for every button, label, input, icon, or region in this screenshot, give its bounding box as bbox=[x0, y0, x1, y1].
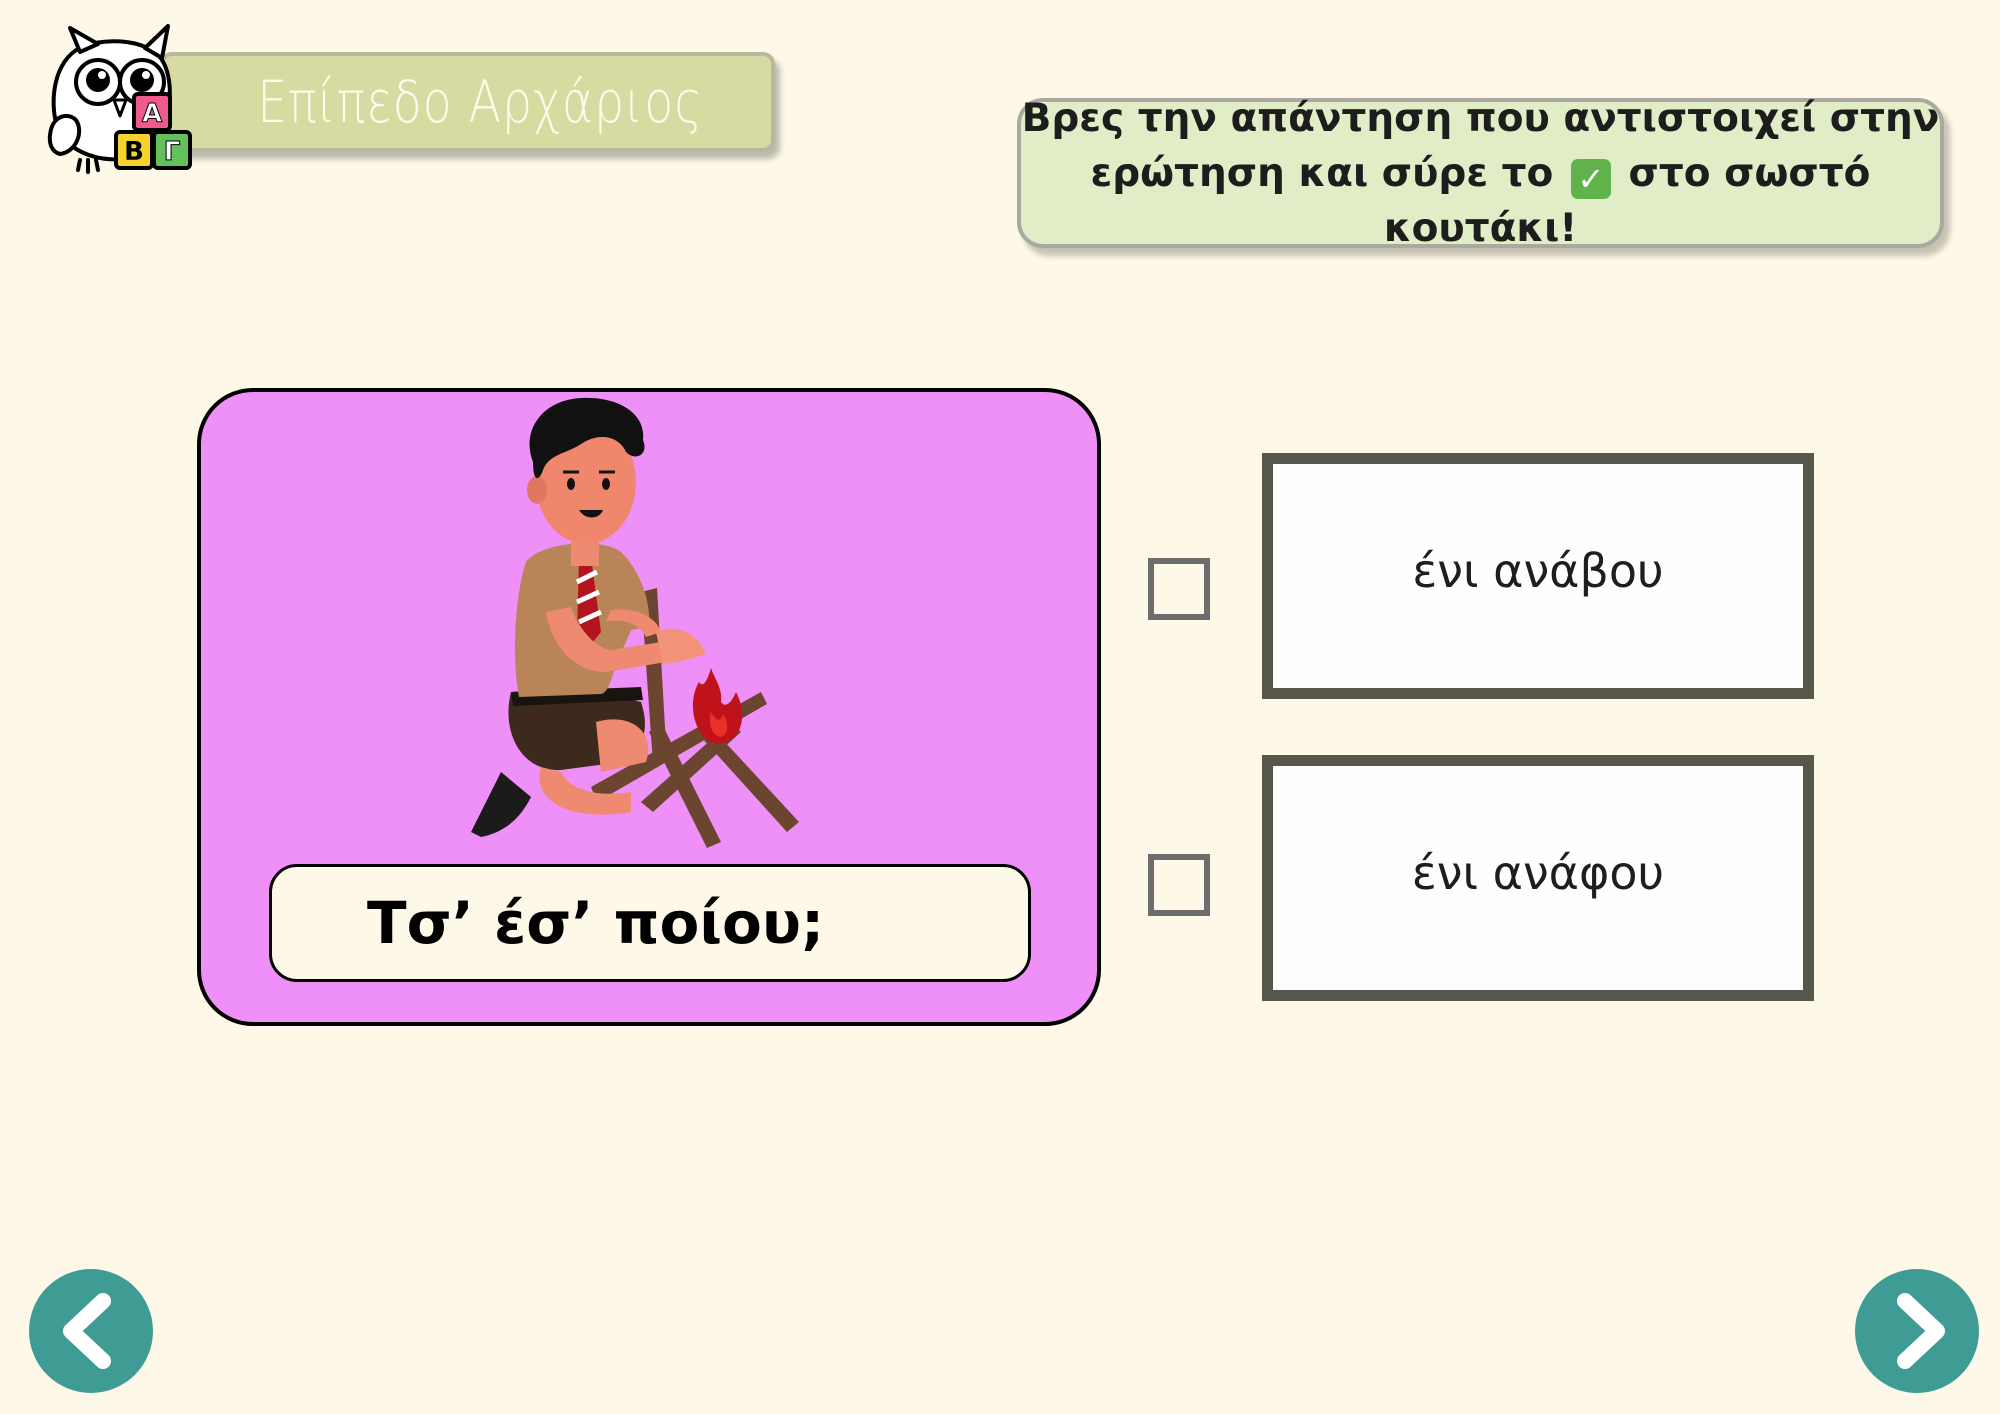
answer-option-1[interactable]: ένι ανάβου bbox=[1262, 453, 1814, 699]
question-text: Τσ’ έσ’ ποίου; bbox=[367, 889, 825, 957]
checkmark-icon: ✓ bbox=[1570, 158, 1611, 199]
answer-1-checkbox[interactable] bbox=[1148, 558, 1210, 620]
question-card: Τσ’ έσ’ ποίου; bbox=[197, 388, 1101, 1026]
instruction-text: Βρες την απάντηση που αντιστοιχεί στην ε… bbox=[1021, 91, 1940, 256]
answer-option-2-label: ένι ανάφου bbox=[1411, 846, 1665, 900]
answer-option-2[interactable]: ένι ανάφου bbox=[1262, 755, 1814, 1001]
boy-lighting-campfire-illustration bbox=[471, 397, 799, 848]
owl-logo-icon: Α Β Γ bbox=[47, 24, 192, 174]
answer-option-1-label: ένι ανάβου bbox=[1412, 544, 1664, 598]
next-button[interactable] bbox=[1855, 1269, 1979, 1393]
chevron-left-icon bbox=[63, 1293, 111, 1369]
question-box: Τσ’ έσ’ ποίου; bbox=[269, 864, 1031, 982]
level-badge: Επίπεδο Αρχάριος bbox=[160, 52, 775, 152]
chevron-right-icon bbox=[1897, 1293, 1945, 1369]
instruction-line-2-start: ερώτηση και σύρε το bbox=[1090, 150, 1554, 196]
previous-button[interactable] bbox=[29, 1269, 153, 1393]
instruction-box: Βρες την απάντηση που αντιστοιχεί στην ε… bbox=[1017, 96, 1944, 251]
level-title: Επίπεδο Αρχάριος bbox=[256, 68, 703, 136]
instruction-line-1: Βρες την απάντηση που αντιστοιχεί στην bbox=[1021, 95, 1940, 141]
answer-2-checkbox[interactable] bbox=[1148, 854, 1210, 916]
logo-letter-beta: Β bbox=[124, 137, 144, 167]
logo-letter-alpha: Α bbox=[142, 99, 162, 129]
logo-letter-gamma: Γ bbox=[164, 137, 181, 167]
